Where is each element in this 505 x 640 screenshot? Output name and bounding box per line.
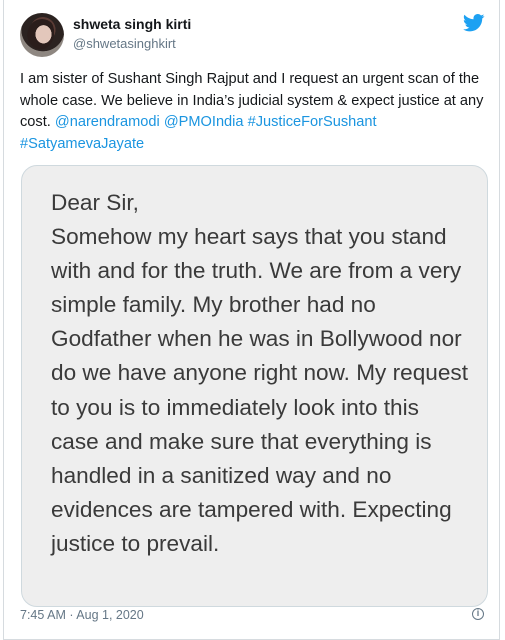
user-handle[interactable]: @shwetasinghkirt (73, 35, 191, 52)
info-icon[interactable]: i (472, 608, 484, 620)
user-info[interactable]: shweta singh kirti @shwetasinghkirt (73, 16, 191, 52)
note-text: Dear Sir, Somehow my heart says that you… (51, 190, 468, 556)
twitter-bird-icon[interactable] (463, 14, 485, 32)
tweet-text: I am sister of Sushant Singh Rajput and … (20, 69, 490, 155)
hashtag-link-satyamevajayate[interactable]: #SatyamevaJayate (20, 136, 144, 152)
tweet-timestamp[interactable]: 7:45 AM · Aug 1, 2020 (20, 608, 144, 622)
tweet-card: shweta singh kirti @shwetasinghkirt I am… (3, 0, 500, 640)
avatar[interactable] (20, 13, 64, 57)
attached-image-card[interactable]: Dear Sir, Somehow my heart says that you… (21, 165, 488, 607)
mention-link-narendramodi[interactable]: @narendramodi (55, 114, 160, 130)
mention-link-pmoindia[interactable]: @PMOIndia (164, 114, 244, 130)
display-name[interactable]: shweta singh kirti (73, 16, 191, 33)
hashtag-link-justiceforsushant[interactable]: #JusticeForSushant (248, 114, 377, 130)
